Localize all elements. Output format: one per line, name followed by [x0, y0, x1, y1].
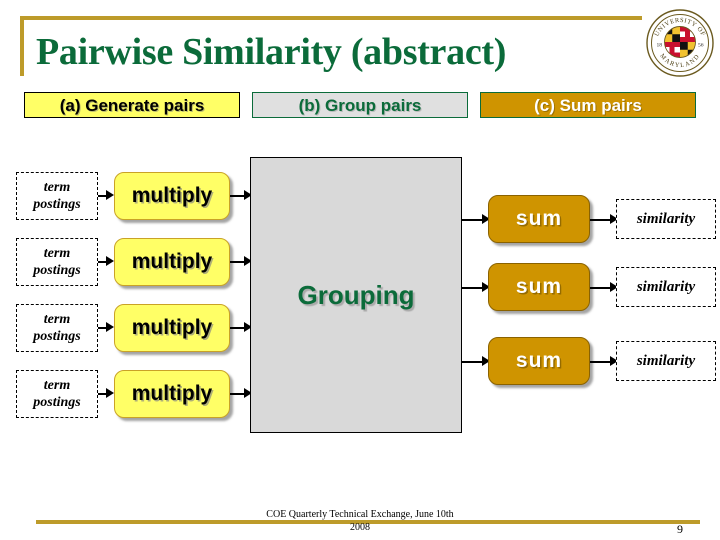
input-line-1: term [43, 312, 71, 327]
arrow-sum-to-similarity [590, 214, 618, 225]
arrow-sum-to-similarity [590, 356, 618, 367]
grouping-box: Grouping [250, 157, 462, 433]
output-box-similarity: similarity [616, 267, 716, 307]
input-line-2: postings [33, 329, 81, 344]
process-box-multiply: multiply [114, 238, 230, 286]
arrow-multiply-to-grouping [230, 388, 252, 399]
arrow-multiply-to-grouping [230, 256, 252, 267]
slide-canvas: Pairwise Similarity (abstract) UNIVERSIT… [0, 0, 720, 540]
input-box-term-postings: term postings [16, 172, 98, 220]
process-box-multiply: multiply [114, 172, 230, 220]
input-line-2: postings [33, 395, 81, 410]
arrow-postings-to-multiply [98, 256, 114, 267]
phase-label-sum-pairs: (c) Sum pairs [480, 92, 696, 118]
arrow-grouping-to-sum [462, 282, 490, 293]
input-line-2: postings [33, 263, 81, 278]
arrow-grouping-to-sum [462, 214, 490, 225]
svg-text:56: 56 [698, 43, 704, 49]
input-box-term-postings: term postings [16, 304, 98, 352]
header-accent-horizontal-rule [20, 16, 642, 20]
arrow-postings-to-multiply [98, 322, 114, 333]
footer-line-2: 2008 [350, 522, 370, 533]
input-line-1: term [43, 378, 71, 393]
slide-number: 9 [677, 522, 683, 536]
input-line-1: term [43, 180, 71, 195]
arrow-postings-to-multiply [98, 388, 114, 399]
output-box-similarity: similarity [616, 199, 716, 239]
footer-line-1: COE Quarterly Technical Exchange, June 1… [266, 509, 454, 520]
process-box-sum: sum [488, 337, 590, 385]
arrow-postings-to-multiply [98, 190, 114, 201]
arrow-multiply-to-grouping [230, 190, 252, 201]
arrow-multiply-to-grouping [230, 322, 252, 333]
phase-label-generate-pairs: (a) Generate pairs [24, 92, 240, 118]
footer-text: COE Quarterly Technical Exchange, June 1… [0, 508, 720, 534]
svg-text:18: 18 [657, 43, 663, 49]
process-box-sum: sum [488, 195, 590, 243]
input-box-term-postings: term postings [16, 370, 98, 418]
university-of-maryland-seal-icon: UNIVERSITY OF MARYLAND 18 56 [645, 6, 715, 80]
process-box-multiply: multiply [114, 370, 230, 418]
input-box-term-postings: term postings [16, 238, 98, 286]
page-title: Pairwise Similarity (abstract) [36, 31, 507, 73]
process-box-sum: sum [488, 263, 590, 311]
arrow-sum-to-similarity [590, 282, 618, 293]
input-line-2: postings [33, 197, 81, 212]
input-line-1: term [43, 246, 71, 261]
phase-label-group-pairs: (b) Group pairs [252, 92, 468, 118]
header-accent-vertical-rule [20, 16, 24, 76]
arrow-grouping-to-sum [462, 356, 490, 367]
output-box-similarity: similarity [616, 341, 716, 381]
process-box-multiply: multiply [114, 304, 230, 352]
